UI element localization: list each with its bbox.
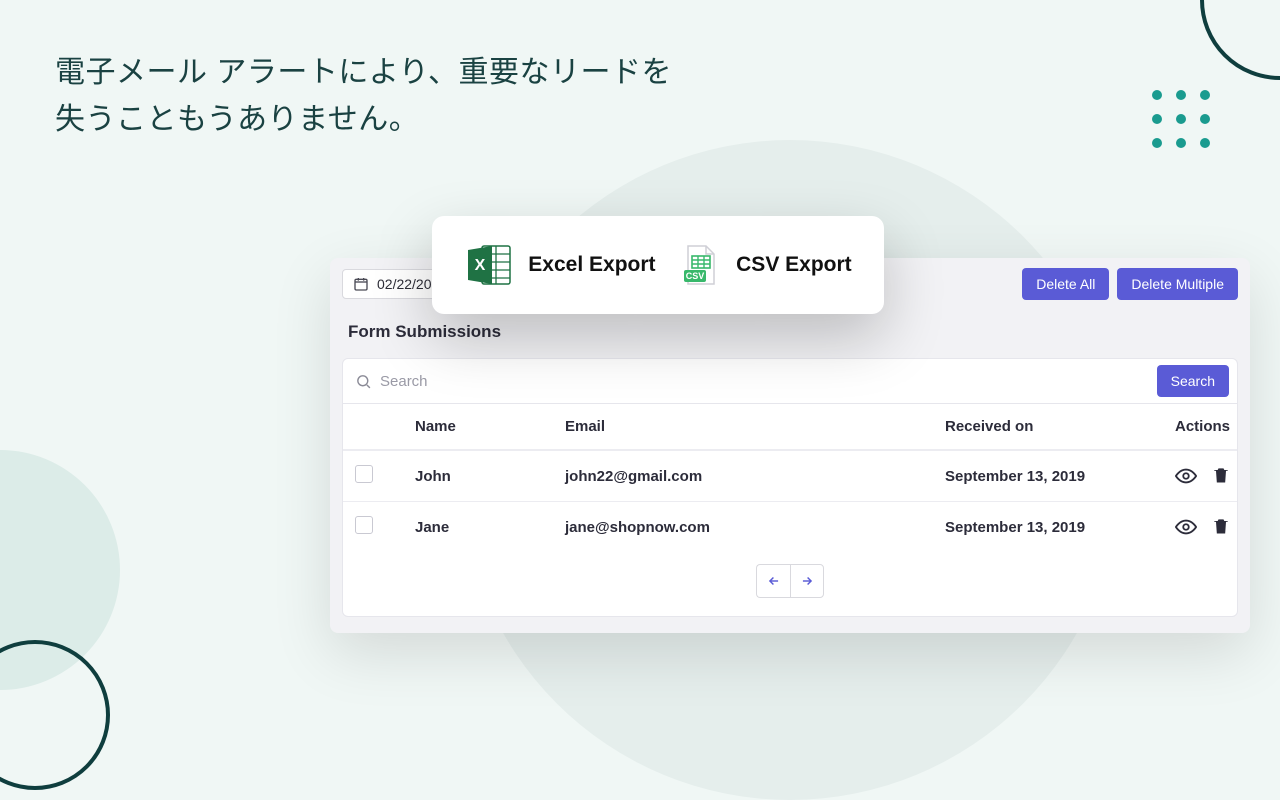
- delete-icon[interactable]: [1211, 516, 1231, 538]
- excel-export-button[interactable]: X Excel Export: [464, 240, 655, 290]
- export-card: X Excel Export CSV CSV Export: [432, 216, 884, 314]
- search-bar: Search: [343, 359, 1237, 404]
- section-title: Form Submissions: [330, 308, 1250, 358]
- delete-all-button[interactable]: Delete All: [1022, 268, 1109, 300]
- toolbar-right: Delete All Delete Multiple: [1022, 268, 1238, 300]
- bg-arc-top-right: [1200, 0, 1280, 80]
- col-name: Name: [415, 418, 565, 435]
- row-actions: [1175, 516, 1231, 538]
- cell-email: jane@shopnow.com: [565, 519, 945, 536]
- view-icon[interactable]: [1175, 465, 1197, 487]
- table-row: John john22@gmail.com September 13, 2019: [343, 450, 1237, 501]
- search-input[interactable]: [380, 373, 1145, 390]
- table-row: Jane jane@shopnow.com September 13, 2019: [343, 501, 1237, 552]
- csv-icon: CSV: [676, 242, 722, 288]
- cell-received: September 13, 2019: [945, 468, 1175, 485]
- cell-received: September 13, 2019: [945, 519, 1175, 536]
- submissions-panel: 02/22/2022 Delete All Delete Multiple Fo…: [330, 258, 1250, 633]
- headline-line1: 電子メール アラートにより、重要なリードを: [55, 50, 672, 97]
- headline-line2: 失うこともうありません。: [55, 97, 672, 144]
- col-received: Received on: [945, 418, 1175, 435]
- svg-text:X: X: [475, 257, 486, 274]
- excel-icon: X: [464, 240, 514, 290]
- col-actions: Actions: [1175, 418, 1236, 435]
- pager: [343, 552, 1237, 616]
- row-actions: [1175, 465, 1231, 487]
- row-checkbox[interactable]: [355, 465, 373, 483]
- excel-export-label: Excel Export: [528, 253, 655, 277]
- cell-email: john22@gmail.com: [565, 468, 945, 485]
- cell-name: John: [415, 468, 565, 485]
- delete-icon[interactable]: [1211, 465, 1231, 487]
- view-icon[interactable]: [1175, 516, 1197, 538]
- page-headline: 電子メール アラートにより、重要なリードを 失うこともうありません。: [55, 50, 672, 143]
- search-button[interactable]: Search: [1157, 365, 1229, 397]
- decorative-dot-grid: [1152, 90, 1210, 148]
- cell-name: Jane: [415, 519, 565, 536]
- page-prev-button[interactable]: [756, 564, 790, 598]
- table-header: Name Email Received on Actions: [343, 404, 1237, 450]
- page-next-button[interactable]: [790, 564, 824, 598]
- bg-arc-bottom-left: [0, 640, 110, 790]
- col-email: Email: [565, 418, 945, 435]
- delete-multiple-button[interactable]: Delete Multiple: [1117, 268, 1238, 300]
- calendar-icon: [353, 276, 369, 292]
- submissions-card: Search Name Email Received on Actions Jo…: [342, 358, 1238, 617]
- csv-export-button[interactable]: CSV CSV Export: [676, 242, 852, 288]
- search-icon: [355, 373, 372, 390]
- row-checkbox[interactable]: [355, 516, 373, 534]
- svg-text:CSV: CSV: [686, 271, 705, 281]
- csv-export-label: CSV Export: [736, 253, 852, 277]
- search-input-wrap: [343, 363, 1157, 400]
